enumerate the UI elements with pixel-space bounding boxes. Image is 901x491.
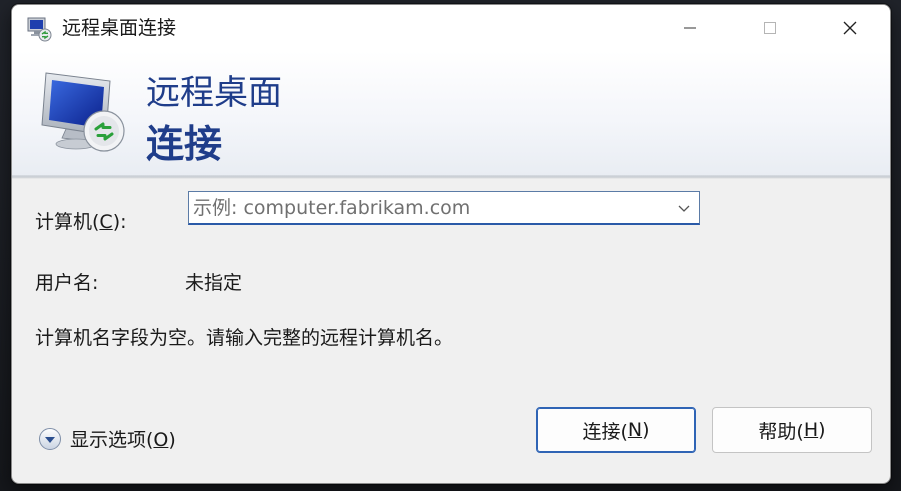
username-value: 未指定 — [185, 272, 243, 294]
help-accesskey: H — [803, 419, 819, 441]
help-button[interactable]: 帮助(H) — [712, 407, 872, 453]
banner-title-line1: 远程桌面 — [146, 73, 282, 113]
remote-desktop-icon — [27, 17, 52, 42]
minimize-icon — [684, 27, 696, 29]
computer-label: 计算机(C): — [35, 207, 127, 234]
connect-label-suffix: ) — [642, 419, 650, 441]
status-message: 计算机名字段为空。请输入完整的远程计算机名。 — [35, 327, 454, 349]
computer-input[interactable] — [189, 192, 669, 224]
chevron-down-circle-icon[interactable] — [38, 427, 62, 451]
computer-combobox[interactable] — [188, 191, 700, 225]
show-options-prefix: 显示选项( — [70, 429, 154, 451]
window-title: 远程桌面连接 — [62, 17, 177, 39]
maximize-button[interactable] — [730, 5, 810, 51]
help-label-suffix: ) — [818, 419, 826, 441]
show-options-label[interactable]: 显示选项(O) — [70, 425, 176, 452]
header-banner: 远程桌面 连接 — [12, 51, 890, 175]
username-label: 用户名: — [35, 272, 99, 294]
computer-label-prefix: 计算机( — [35, 211, 100, 233]
close-icon — [843, 21, 857, 35]
connect-label-prefix: 连接( — [582, 420, 628, 443]
minimize-button[interactable] — [650, 5, 730, 51]
help-label-prefix: 帮助( — [758, 420, 804, 443]
connect-accesskey: N — [627, 419, 643, 441]
show-options-accesskey: O — [153, 429, 169, 451]
remote-desktop-monitor-icon — [41, 72, 125, 152]
maximize-icon — [764, 22, 776, 34]
remote-desktop-dialog: 远程桌面连接 远程桌面 连接 计算机(C): 示例: computer.fabr… — [11, 4, 891, 484]
banner-title-line2: 连接 — [146, 122, 223, 166]
close-button[interactable] — [810, 5, 890, 51]
banner-divider — [12, 175, 890, 179]
show-options-suffix: ) — [168, 429, 176, 451]
show-options-toggle[interactable]: 显示选项(O) — [38, 425, 176, 452]
computer-label-accesskey: C — [99, 211, 113, 233]
connect-button[interactable]: 连接(N) — [536, 407, 696, 453]
computer-label-suffix: ): — [112, 211, 127, 233]
title-bar[interactable]: 远程桌面连接 — [12, 5, 890, 51]
chevron-down-icon[interactable] — [677, 202, 691, 214]
